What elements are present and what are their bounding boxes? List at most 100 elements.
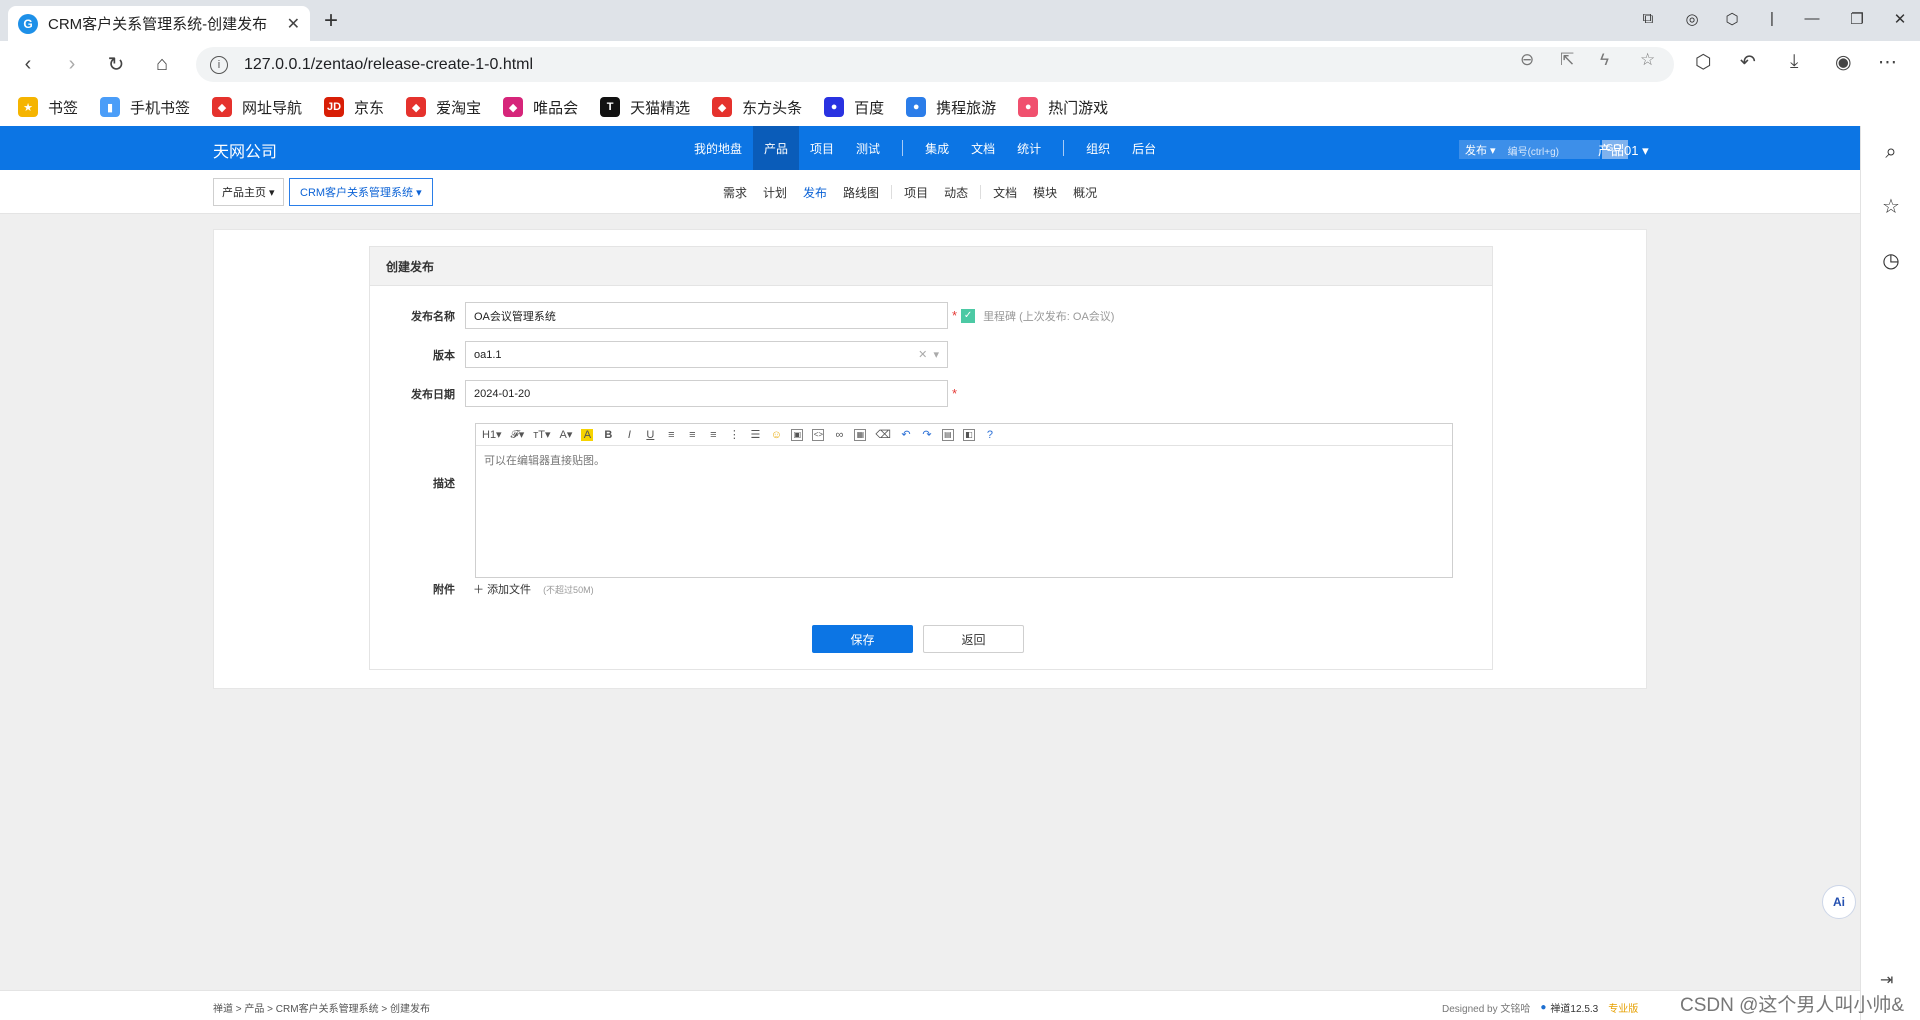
company-name[interactable]: 天网公司: [213, 138, 277, 162]
close-window-icon[interactable]: ✕: [1888, 10, 1912, 28]
nav-product[interactable]: 产品: [753, 126, 800, 170]
lightning-icon[interactable]: ϟ: [1600, 50, 1609, 70]
italic-icon[interactable]: I: [623, 429, 635, 441]
bookmark-item[interactable]: T 天猫精选: [600, 97, 690, 118]
release-date-input[interactable]: 2024-01-20: [465, 380, 948, 407]
nav-doc[interactable]: 文档: [960, 126, 1006, 170]
favorites-star-icon[interactable]: ☆: [1879, 194, 1903, 218]
bookmark-item[interactable]: ● 热门游戏: [1018, 97, 1108, 118]
bookmark-item[interactable]: ◆ 网址导航: [212, 97, 302, 118]
extension-icon[interactable]: ⬡: [1720, 10, 1744, 28]
nav-my[interactable]: 我的地盘: [683, 126, 753, 170]
product-switcher[interactable]: 产品01 ▾: [1598, 140, 1649, 159]
milestone-checkbox[interactable]: ✓ 里程碑 (上次发布: OA会议): [961, 308, 1114, 324]
align-center-icon[interactable]: ≡: [686, 429, 698, 441]
eraser-icon[interactable]: ⌫: [875, 428, 891, 441]
align-right-icon[interactable]: ≡: [707, 429, 719, 441]
profile-icon[interactable]: ◉: [1835, 51, 1852, 74]
undo-close-icon[interactable]: ↶: [1740, 51, 1756, 74]
bookmark-item[interactable]: ● 百度: [824, 97, 884, 118]
subnav-doc[interactable]: 文档: [985, 184, 1025, 201]
ordered-list-icon[interactable]: ⋮: [728, 428, 740, 441]
subnav-plan[interactable]: 计划: [755, 184, 795, 201]
bookmark-item[interactable]: ▮ 手机书签: [100, 97, 190, 118]
source-icon[interactable]: ◧: [962, 428, 975, 441]
bookmark-item[interactable]: ★ 书签: [18, 97, 78, 118]
subnav-overview[interactable]: 概况: [1065, 184, 1105, 201]
align-left-icon[interactable]: ≡: [665, 429, 677, 441]
font-color-icon[interactable]: A▾: [560, 428, 573, 441]
save-button[interactable]: 保存: [812, 625, 913, 653]
minimize-icon[interactable]: —: [1800, 10, 1824, 27]
collapse-panel-icon[interactable]: ⇥: [1880, 970, 1893, 990]
release-name-input[interactable]: OA会议管理系统: [465, 302, 948, 329]
bookmark-item[interactable]: ● 携程旅游: [906, 97, 996, 118]
underline-icon[interactable]: U: [644, 429, 656, 441]
font-size-icon[interactable]: тT▾: [533, 428, 550, 441]
back-icon[interactable]: ‹: [16, 52, 40, 76]
new-tab-button[interactable]: +: [316, 6, 346, 36]
search-type-select[interactable]: 发布 ▾: [1459, 140, 1502, 159]
build-row: 版本 oa1.1 ✕ ▾: [370, 341, 948, 368]
code-icon[interactable]: <>: [812, 428, 825, 441]
bookmark-item[interactable]: JD 京东: [324, 97, 384, 118]
breadcrumb-product-select[interactable]: CRM客户关系管理系统 ▾: [289, 178, 433, 206]
url-input[interactable]: i 127.0.0.1/zentao/release-create-1-0.ht…: [196, 47, 1674, 82]
description-editor[interactable]: H1▾ 𝓕▾ тT▾ A▾ A B I U ≡ ≡ ≡ ⋮ ☰ ☺ ▣ <> ∞…: [475, 423, 1453, 578]
undo-icon[interactable]: ↶: [900, 428, 912, 441]
subnav-project[interactable]: 项目: [896, 184, 936, 201]
template-icon[interactable]: ▤: [941, 428, 954, 441]
subnav-story[interactable]: 需求: [715, 184, 755, 201]
bold-icon[interactable]: B: [602, 429, 614, 441]
build-select[interactable]: oa1.1 ✕ ▾: [465, 341, 948, 368]
search-input[interactable]: 编号(ctrl+g): [1501, 140, 1600, 159]
subnav-dynamic[interactable]: 动态: [936, 184, 976, 201]
nav-report[interactable]: 统计: [1006, 126, 1052, 170]
back-button[interactable]: 返回: [923, 625, 1024, 653]
link-icon[interactable]: ∞: [833, 429, 845, 441]
breadcrumb-product-home[interactable]: 产品主页 ▾: [213, 178, 284, 206]
highlight-icon[interactable]: A: [581, 428, 594, 441]
history-clock-icon[interactable]: ◷: [1879, 248, 1903, 272]
add-file-button[interactable]: ＋ 添加文件: [473, 581, 531, 597]
bookmark-item[interactable]: ◆ 唯品会: [503, 97, 578, 118]
redo-icon[interactable]: ↷: [921, 428, 933, 441]
edition-badge[interactable]: 专业版: [1608, 1000, 1638, 1015]
font-family-icon[interactable]: 𝓕▾: [511, 428, 525, 442]
ai-assistant-icon[interactable]: Ai: [1822, 885, 1856, 919]
bookmark-item[interactable]: ◆ 东方头条: [712, 97, 802, 118]
close-tab-icon[interactable]: ✕: [287, 14, 300, 34]
help-icon[interactable]: ?: [984, 429, 996, 441]
emoticon-icon[interactable]: ☺: [770, 429, 782, 441]
unordered-list-icon[interactable]: ☰: [749, 428, 761, 441]
share-icon[interactable]: ⇱: [1560, 50, 1574, 70]
restore-icon[interactable]: ❐: [1845, 10, 1869, 28]
browser-tab[interactable]: G CRM客户关系管理系统-创建发布 ✕: [8, 6, 310, 41]
nav-ci[interactable]: 集成: [914, 126, 960, 170]
nav-admin[interactable]: 后台: [1121, 126, 1167, 170]
nav-project[interactable]: 项目: [799, 126, 845, 170]
image-icon[interactable]: ▣: [791, 428, 804, 441]
nav-company[interactable]: 组织: [1075, 126, 1121, 170]
forward-icon[interactable]: ›: [60, 52, 84, 76]
more-menu-icon[interactable]: ⋯: [1878, 51, 1897, 74]
home-icon[interactable]: ⌂: [150, 52, 174, 76]
zentao-version[interactable]: 禅道12.5.3: [1550, 1000, 1598, 1015]
heading-icon[interactable]: H1▾: [482, 428, 502, 441]
nav-test[interactable]: 测试: [845, 126, 891, 170]
subnav-release[interactable]: 发布: [795, 184, 835, 201]
clear-select-icon[interactable]: ✕ ▾: [918, 348, 939, 361]
search-icon[interactable]: ⌕: [1879, 140, 1903, 164]
bookmark-item[interactable]: ◆ 爱淘宝: [406, 97, 481, 118]
site-info-icon[interactable]: i: [210, 55, 228, 74]
extensions-icon[interactable]: ⬡: [1695, 51, 1712, 74]
download-icon[interactable]: ⤓: [1790, 51, 1798, 73]
tab-actions-icon[interactable]: ⧉: [1636, 10, 1660, 27]
bookmark-star-icon[interactable]: ☆: [1640, 50, 1655, 70]
reload-icon[interactable]: ↻: [104, 52, 128, 76]
subnav-roadmap[interactable]: 路线图: [835, 184, 887, 201]
zoom-icon[interactable]: ⊖: [1520, 50, 1534, 70]
incognito-icon[interactable]: ◎: [1680, 10, 1704, 28]
subnav-module[interactable]: 模块: [1025, 184, 1065, 201]
table-icon[interactable]: ▦: [854, 428, 867, 441]
